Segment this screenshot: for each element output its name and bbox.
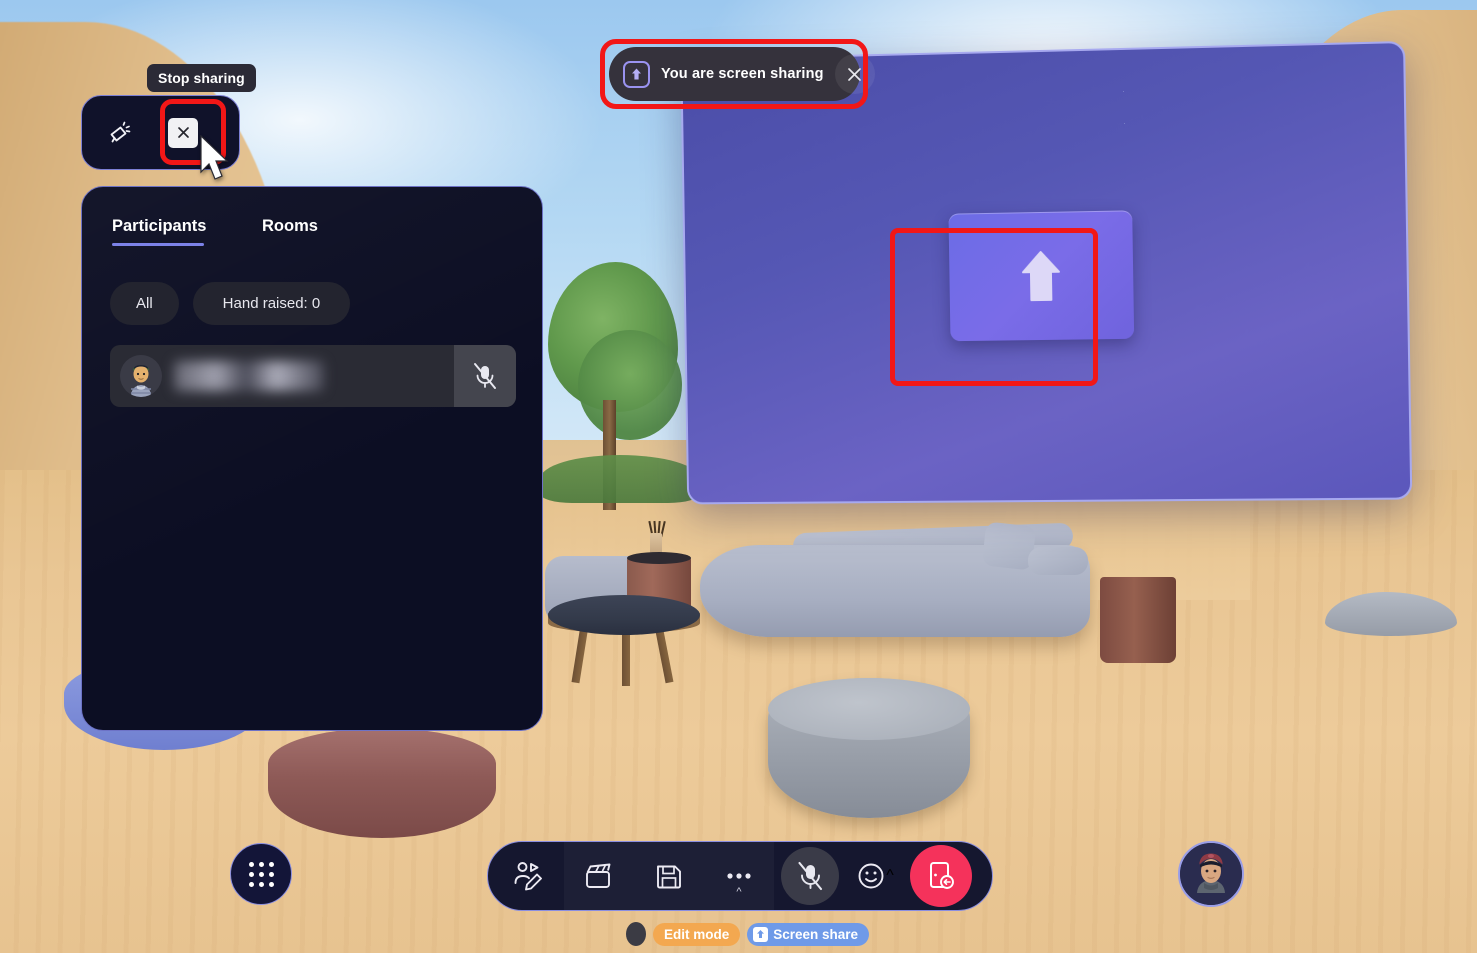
chevron-up-icon: ^ [886,867,894,884]
participant-filters: All Hand raised: 0 [110,282,351,325]
status-badges: Edit mode Screen share [626,922,870,946]
leave-button[interactable] [910,845,972,907]
grass-patch [540,455,700,503]
coffee-table-leg [622,628,630,686]
status-badge-edit-mode: Edit mode [653,922,741,946]
close-icon [168,117,198,148]
avatar-edit-icon [514,862,542,891]
screen-share-up-arrow-icon [753,926,769,942]
apps-grid-button[interactable] [230,843,292,905]
participants-panel: Participants Rooms All Hand raised: 0 [81,186,543,731]
microphone-button[interactable] [774,842,844,910]
sofa-pillow-secondary [1028,547,1088,575]
screen-sharing-banner: You are screen sharing [609,47,875,101]
filter-chip-hand-raised[interactable]: Hand raised: 0 [192,282,351,325]
coffee-table [548,595,700,635]
main-toolbar: ^ ^ [487,841,993,911]
panel-gloss-overlay [82,187,542,730]
filter-chip-all[interactable]: All [110,282,179,325]
tab-rooms[interactable]: Rooms [262,217,318,246]
ellipsis-icon [727,873,751,879]
participant-row[interactable] [110,345,516,407]
screen-share-up-arrow-icon [623,60,650,88]
shared-screen-surface[interactable] [680,40,1413,505]
save-button[interactable] [634,842,704,910]
more-options-button[interactable]: ^ [704,842,774,910]
chevron-up-icon: ^ [736,886,742,898]
round-ottoman-top [768,678,970,740]
app-root: You are screen sharing Stop sharing Part… [0,0,1477,953]
effects-button[interactable] [564,842,634,910]
status-indicator-dot [626,922,646,946]
shared-screen-content [682,43,1410,502]
red-ottoman [268,728,496,838]
panel-tabs: Participants Rooms [112,217,318,246]
stop-sharing-tooltip: Stop sharing [147,64,256,92]
megaphone-icon[interactable] [98,112,140,154]
user-avatar[interactable] [1178,841,1244,907]
banner-close-button[interactable] [834,54,875,94]
smiley-icon [858,863,884,889]
sharing-mini-toolbar [81,95,240,170]
wooden-stool [1100,577,1176,663]
screen-share-label: Screen share [773,926,859,942]
participant-mic-off-icon[interactable] [454,345,516,407]
edit-mode-label: Edit mode [664,926,730,942]
clapperboard-icon [586,863,611,888]
apps-grid-icon [248,861,274,887]
mic-off-icon [781,847,839,905]
reactions-button[interactable]: ^ [844,842,906,910]
participant-avatar [120,355,162,397]
toolbar-left-group: ^ ^ [494,842,972,910]
edit-avatar-button[interactable] [494,842,564,910]
upload-arrow-icon [1022,251,1060,302]
status-badge-screen-share: Screen share [747,922,870,946]
tree-canopy-lower [578,330,682,440]
floppy-disk-icon [657,865,681,889]
screen-sharing-label: You are screen sharing [661,66,824,82]
leave-door-icon [930,862,954,889]
stop-sharing-close-button[interactable] [162,112,204,154]
side-table-top [627,552,691,564]
screen-share-placeholder[interactable] [948,210,1135,342]
tab-participants[interactable]: Participants [112,217,262,246]
participant-name-redacted [174,361,324,391]
